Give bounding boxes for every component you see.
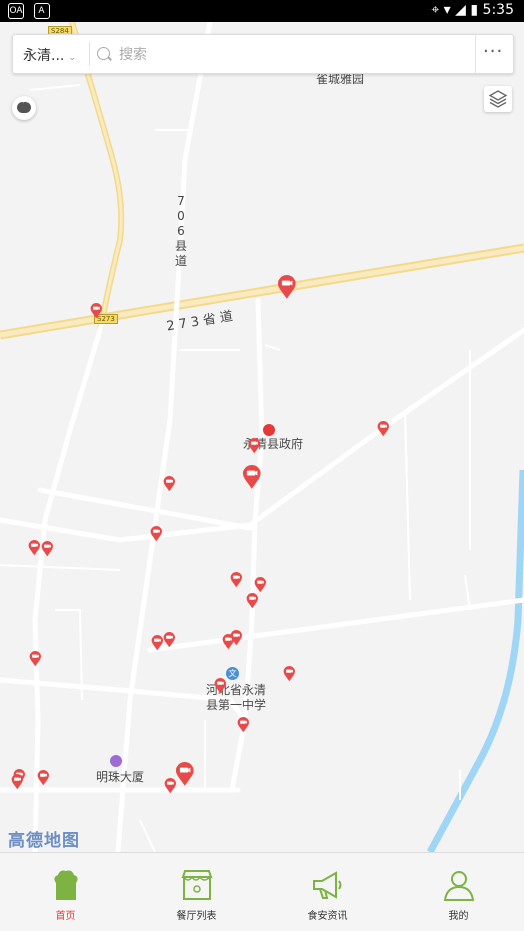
status-bar: OA A ⌖ ▾ ◢ ▮ 5:35 bbox=[0, 0, 524, 22]
bottom-tab-bar: 首页 餐厅列表 食安资讯 我的 bbox=[0, 852, 524, 931]
city-selector[interactable]: 永清... ⌄ bbox=[23, 45, 76, 65]
tab-label: 餐厅列表 bbox=[176, 911, 217, 922]
megaphone-icon bbox=[313, 871, 342, 899]
school-poi-icon: 文 bbox=[226, 667, 239, 680]
restaurant-marker-icon[interactable] bbox=[41, 540, 54, 557]
search-icon bbox=[97, 47, 110, 60]
road-label-706: 706县道 bbox=[175, 194, 188, 268]
restaurant-marker-icon[interactable] bbox=[283, 665, 296, 682]
restaurant-marker-icon[interactable] bbox=[37, 769, 50, 786]
tab-label: 食安资讯 bbox=[307, 911, 348, 922]
user-icon bbox=[443, 871, 475, 901]
restaurant-marker-icon[interactable] bbox=[11, 773, 24, 790]
poi-label-school[interactable]: 县第一中学 bbox=[206, 696, 266, 713]
tab-home[interactable]: 首页 bbox=[0, 853, 131, 931]
chef-hat-icon bbox=[54, 870, 78, 900]
layers-button[interactable] bbox=[484, 86, 512, 112]
tab-label: 首页 bbox=[55, 911, 76, 922]
restaurant-marker-icon[interactable] bbox=[248, 437, 261, 454]
restaurant-marker-icon[interactable] bbox=[277, 275, 297, 300]
restaurant-marker-icon[interactable] bbox=[28, 539, 41, 556]
signal-icon: ◢ bbox=[455, 2, 466, 18]
restaurant-marker-icon[interactable] bbox=[163, 475, 176, 492]
restaurant-marker-icon[interactable] bbox=[90, 302, 103, 319]
divider bbox=[475, 35, 476, 73]
notification-icon: A bbox=[33, 3, 50, 19]
restaurant-marker-icon[interactable] bbox=[214, 677, 227, 694]
divider bbox=[89, 42, 90, 66]
restaurant-marker-icon[interactable] bbox=[237, 716, 250, 733]
search-bar: 永清...⌄ ··· bbox=[12, 34, 514, 74]
battery-icon: ▮ bbox=[470, 2, 479, 18]
restaurant-marker-icon[interactable] bbox=[151, 634, 164, 651]
map-view[interactable]: 永清县政府 河北省永清 县第一中学 明珠大厦 雀城雅园 273省道 706县道 … bbox=[0, 22, 524, 852]
restaurant-marker-icon[interactable] bbox=[175, 762, 195, 787]
tab-profile[interactable]: 我的 bbox=[393, 853, 524, 931]
storefront-icon bbox=[181, 870, 213, 900]
status-right: ⌖ ▾ ◢ ▮ 5:35 bbox=[431, 2, 514, 18]
restaurant-marker-icon[interactable] bbox=[254, 576, 267, 593]
restaurant-marker-icon[interactable] bbox=[377, 420, 390, 437]
restaurant-marker-icon[interactable] bbox=[246, 592, 259, 609]
city-label: 永清... bbox=[23, 48, 65, 64]
search-input[interactable] bbox=[117, 44, 481, 66]
clock: 5:35 bbox=[482, 2, 514, 18]
notification-icon: OA bbox=[8, 3, 24, 19]
tab-food-safety-news[interactable]: 食安资讯 bbox=[262, 853, 393, 931]
tab-restaurant-list[interactable]: 餐厅列表 bbox=[131, 853, 262, 931]
restaurant-marker-icon[interactable] bbox=[242, 465, 262, 490]
restaurant-marker-icon[interactable] bbox=[164, 777, 177, 794]
mall-poi-icon bbox=[110, 755, 122, 767]
more-menu-icon[interactable]: ··· bbox=[483, 41, 503, 62]
poi-label-mall[interactable]: 明珠大厦 bbox=[96, 768, 144, 785]
chat-bubble-icon bbox=[17, 98, 31, 113]
chevron-down-icon: ⌄ bbox=[68, 53, 76, 63]
restaurant-marker-icon[interactable] bbox=[150, 525, 163, 542]
status-left: OA A bbox=[8, 3, 56, 19]
chat-button[interactable] bbox=[12, 96, 36, 120]
restaurant-marker-icon[interactable] bbox=[222, 633, 235, 650]
tab-label: 我的 bbox=[448, 911, 469, 922]
wifi-icon: ▾ bbox=[443, 2, 451, 18]
restaurant-marker-icon[interactable] bbox=[163, 631, 176, 648]
restaurant-marker-icon[interactable] bbox=[29, 650, 42, 667]
restaurant-marker-icon[interactable] bbox=[230, 571, 243, 588]
amap-logo: 高德地图 bbox=[8, 831, 80, 851]
layers-icon bbox=[488, 90, 508, 108]
location-icon: ⌖ bbox=[431, 2, 440, 18]
